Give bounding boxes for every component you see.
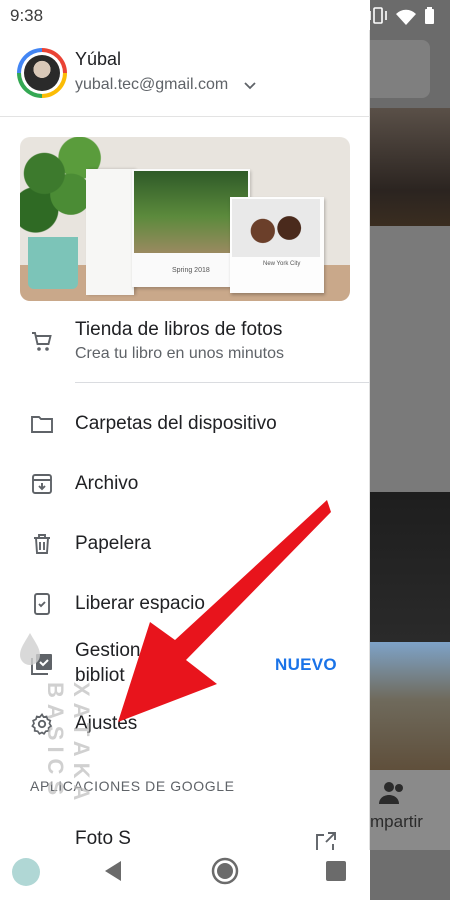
watermark-drop-icon — [20, 633, 40, 665]
screen: mpartir 9:38 Yúbal yubal.tec@gmail.com S… — [0, 0, 450, 900]
photo-tile — [370, 492, 450, 642]
home-button[interactable] — [211, 857, 239, 885]
menu-item-label: Tienda de libros de fotos — [75, 319, 283, 340]
photo-tile — [370, 642, 450, 770]
divider — [75, 382, 370, 383]
photobook-caption: New York City — [263, 261, 301, 267]
menu-item-trash[interactable]: Papelera — [0, 516, 370, 572]
watermark-text: XATAKA BASICS — [43, 682, 94, 806]
back-button[interactable] — [103, 860, 123, 882]
account-switcher[interactable]: Yúbal yubal.tec@gmail.com — [17, 46, 347, 102]
photobook-cover-photo — [232, 199, 320, 257]
avatar — [17, 48, 67, 98]
avatar-photo — [24, 55, 60, 91]
menu-item-subtitle: Crea tu libro en unos minutos — [75, 345, 284, 362]
menu-item-photobook-store[interactable]: Tienda de libros de fotos Crea tu libro … — [0, 315, 370, 373]
chevron-down-icon[interactable] — [243, 79, 257, 93]
menu-item-free-space[interactable]: Liberar espacio — [0, 576, 370, 632]
photo-tile — [370, 108, 450, 226]
account-name: Yúbal — [75, 49, 122, 69]
share-people-icon — [379, 782, 403, 804]
plant-pot — [28, 237, 78, 289]
photo-tile — [370, 226, 450, 492]
background-app: mpartir — [350, 0, 450, 900]
background-navbar — [370, 850, 450, 900]
watermark-dot — [12, 858, 40, 886]
menu-item-label: Carpetas del dispositivo — [75, 413, 277, 434]
wifi-icon — [396, 9, 416, 25]
phone-check-icon — [34, 593, 50, 615]
menu-item-label: Archivo — [75, 473, 139, 494]
folder-icon — [31, 416, 53, 433]
menu-item-archive[interactable]: Archivo — [0, 456, 370, 512]
menu-item-label: Papelera — [75, 533, 152, 554]
divider — [0, 116, 370, 117]
photobook-caption: Spring 2018 — [172, 267, 210, 274]
account-email: yubal.tec@gmail.com — [75, 76, 229, 93]
share-tab-label: mpartir — [370, 812, 423, 831]
photobook-promo-banner[interactable]: Spring 2018 New York City — [20, 137, 350, 301]
new-badge: NUEVO — [275, 655, 337, 674]
status-time: 9:38 — [10, 6, 44, 25]
battery-icon — [425, 7, 434, 24]
menu-item-label: Gestion — [75, 640, 141, 661]
vibrate-icon — [369, 7, 387, 24]
recent-apps-button[interactable] — [326, 861, 346, 881]
archive-icon — [32, 474, 52, 494]
menu-item-device-folders[interactable]: Carpetas del dispositivo — [0, 396, 370, 452]
status-bar: 9:38 — [0, 0, 370, 30]
status-icons — [369, 7, 434, 25]
photobook — [86, 169, 134, 295]
cart-icon — [32, 332, 52, 351]
trash-icon — [34, 534, 50, 554]
menu-item-label: Liberar espacio — [75, 593, 205, 614]
